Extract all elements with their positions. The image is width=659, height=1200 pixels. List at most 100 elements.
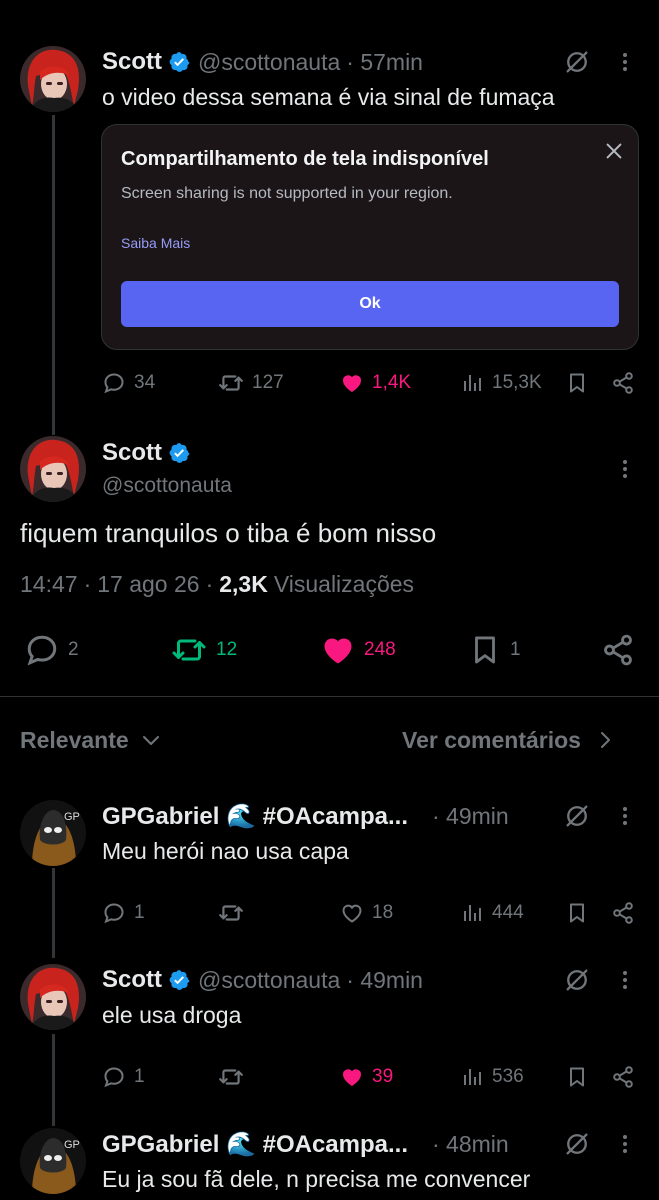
bookmark-button[interactable]: 1 (468, 632, 521, 668)
like-count: 248 (364, 639, 396, 660)
media-card[interactable]: Compartilhamento de tela indisponível Sc… (101, 124, 639, 350)
heart-icon (340, 901, 364, 925)
see-replies-label: Ver comentários (402, 726, 581, 753)
tweet-time[interactable]: · 57min (346, 49, 423, 76)
reply-icon (102, 1065, 126, 1089)
views-count[interactable]: 2,3K (219, 571, 268, 598)
author-handle[interactable]: @scottonauta (198, 967, 340, 994)
tweet-date[interactable]: 17 ago 26 (97, 571, 199, 598)
thread-line (52, 1034, 55, 1126)
author-name[interactable]: Scott (102, 439, 162, 467)
reply-count: 1 (134, 1066, 145, 1087)
views-label: Visualizações (273, 571, 415, 597)
reply-button[interactable]: 1 (102, 1064, 145, 1090)
tweet-time[interactable]: 14:47 (20, 571, 78, 598)
separator-dot: · (205, 571, 214, 597)
sort-dropdown[interactable]: Relevante (20, 724, 163, 756)
views-button[interactable]: 444 (460, 900, 524, 926)
share-icon[interactable] (600, 632, 636, 668)
author-name[interactable]: GPGabriel 🌊 #OAcampa... (102, 1130, 408, 1159)
retweet-button[interactable] (218, 900, 252, 926)
reply-text: Eu ja sou fã dele, n precisa me convence… (102, 1166, 531, 1192)
reply-count: 2 (68, 639, 79, 660)
tweet-header: Scott @scottonauta · 57min (102, 46, 423, 78)
more-icon[interactable] (612, 1129, 638, 1159)
card-title: Compartilhamento de tela indisponível (121, 148, 489, 170)
views-button[interactable]: 15,3K (460, 370, 542, 396)
author-name[interactable]: Scott (102, 966, 162, 994)
heart-filled-icon (340, 1065, 364, 1089)
avatar[interactable] (20, 800, 86, 866)
reply-header: GPGabriel 🌊 #OAcampa... · 49min (102, 800, 602, 832)
chevron-down-icon (142, 736, 159, 745)
share-icon[interactable] (610, 1064, 636, 1090)
bookmark-count: 1 (510, 639, 521, 660)
like-button[interactable]: 18 (340, 900, 393, 926)
more-icon[interactable] (612, 965, 638, 995)
close-icon (600, 137, 628, 165)
heart-filled-icon (340, 371, 364, 395)
divider (0, 696, 659, 697)
retweet-button[interactable]: 127 (218, 370, 284, 396)
reply-button[interactable]: 2 (24, 632, 79, 668)
retweet-button[interactable] (218, 1064, 252, 1090)
tweet-text: o video dessa semana é via sinal de fuma… (102, 84, 555, 110)
bookmark-icon (468, 632, 502, 668)
avatar[interactable] (20, 964, 86, 1030)
reply-text: ele usa droga (102, 1002, 242, 1028)
retweet-count: 12 (216, 639, 238, 660)
reply-button[interactable]: 34 (102, 370, 155, 396)
tweet-time[interactable]: · 49min (432, 803, 509, 830)
grok-icon[interactable] (562, 801, 592, 831)
like-count: 18 (372, 902, 394, 923)
share-icon[interactable] (610, 370, 636, 396)
views-icon (460, 901, 484, 925)
like-button[interactable]: 248 (320, 632, 396, 668)
separator-dot: · (83, 571, 92, 597)
heart-filled-icon (320, 632, 356, 668)
like-button[interactable]: 39 (340, 1064, 393, 1090)
retweet-icon (218, 370, 244, 396)
sort-label: Relevante (20, 726, 129, 753)
reply-text: Meu herói nao usa capa (102, 838, 349, 864)
views-count: 444 (492, 902, 524, 923)
see-replies-link[interactable]: Ver comentários (402, 724, 617, 756)
card-subtitle: Screen sharing is not supported in your … (121, 185, 453, 202)
tweet-time[interactable]: · 48min (432, 1131, 509, 1158)
share-icon[interactable] (610, 900, 636, 926)
more-icon[interactable] (612, 47, 638, 77)
like-count: 1,4K (372, 372, 412, 393)
grok-icon[interactable] (562, 47, 592, 77)
bookmark-icon[interactable] (564, 370, 590, 396)
tweet-time[interactable]: · 49min (346, 967, 423, 994)
more-icon[interactable] (612, 801, 638, 831)
like-button[interactable]: 1,4K (340, 370, 411, 396)
grok-icon[interactable] (562, 965, 592, 995)
author-handle[interactable]: @scottonauta (102, 474, 232, 498)
avatar[interactable] (20, 1128, 86, 1194)
reply-header: GPGabriel 🌊 #OAcampa... · 48min (102, 1128, 602, 1160)
avatar[interactable] (20, 436, 86, 502)
grok-icon[interactable] (562, 1129, 592, 1159)
verified-badge-icon (168, 442, 190, 464)
card-ok-button: Ok (121, 281, 619, 327)
author-name[interactable]: GPGabriel 🌊 #OAcampa... (102, 802, 408, 831)
views-count: 536 (492, 1066, 524, 1087)
reply-button[interactable]: 1 (102, 900, 145, 926)
more-icon[interactable] (612, 454, 638, 484)
avatar[interactable] (20, 46, 86, 112)
retweet-button[interactable]: 12 (170, 632, 237, 668)
thread-line (52, 868, 55, 958)
views-button[interactable]: 536 (460, 1064, 524, 1090)
retweet-count: 127 (252, 372, 284, 393)
bookmark-icon[interactable] (564, 900, 590, 926)
card-link: Saiba Mais (121, 235, 191, 251)
retweet-icon (170, 632, 208, 668)
like-count: 39 (372, 1066, 394, 1087)
author-handle[interactable]: @scottonauta (198, 49, 340, 76)
bookmark-icon[interactable] (564, 1064, 590, 1090)
author-name[interactable]: Scott (102, 48, 162, 76)
card-ok-label: Ok (359, 295, 381, 312)
reply-icon (24, 632, 60, 668)
retweet-icon (218, 900, 244, 926)
